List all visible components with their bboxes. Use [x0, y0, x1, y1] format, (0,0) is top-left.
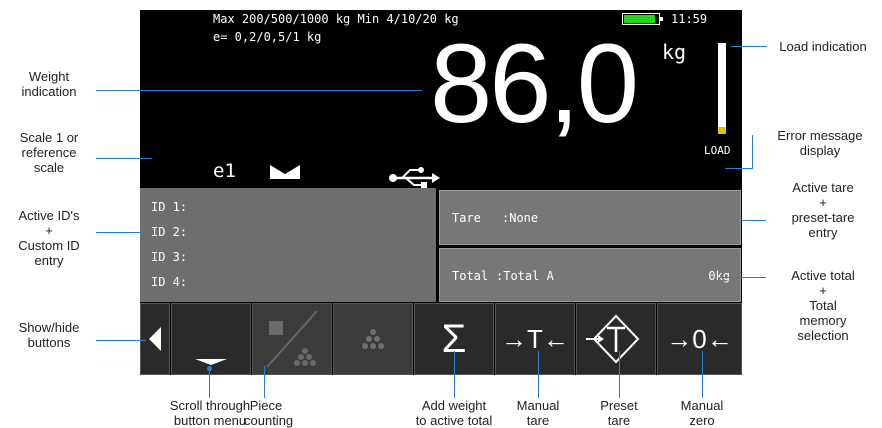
leader-line [96, 158, 152, 159]
scale-indicator: e1 [213, 160, 236, 182]
label-piece: Piece counting [244, 398, 294, 428]
scale-screen: Max 200/500/1000 kg Min 4/10/20 kg e= 0,… [140, 10, 742, 375]
total-amount: 0kg [708, 269, 730, 283]
label-scale1: Scale 1 or reference scale [19, 130, 79, 175]
label-manual-tare: Manual tare [516, 398, 560, 428]
label-show-hide: Show/hide buttons [18, 320, 80, 350]
clock: 11:59 [671, 12, 708, 26]
label-load-indication: Load indication [779, 39, 867, 54]
leader-line [742, 220, 766, 221]
leader-line [752, 135, 753, 169]
label-manual-zero: Manual zero [680, 398, 724, 428]
leader-line [718, 277, 766, 278]
manual-tare-button[interactable]: →T← [495, 303, 575, 375]
weight-value: 86,0 [430, 21, 639, 146]
leader-dot [207, 366, 212, 371]
capacity-text: Max 200/500/1000 kg Min 4/10/20 kg [213, 12, 459, 26]
button-bar: Σ →T← →0← [140, 303, 742, 375]
id-row[interactable]: ID 3: [151, 250, 187, 264]
label-active-tare: Active tare + preset-tare entry [791, 180, 855, 240]
label-add-weight: Add weight to active total [415, 398, 493, 428]
leader-line [264, 366, 265, 398]
dots-button[interactable] [333, 303, 413, 375]
total-panel[interactable]: Total :Total A 0kg [439, 248, 741, 302]
chevron-left-icon [149, 327, 161, 351]
total-label: Total [452, 269, 489, 283]
tare-value: :None [502, 211, 539, 225]
division-text: e= 0,2/0,5/1 kg [213, 30, 322, 44]
label-active-ids: Active ID's + Custom ID entry [18, 208, 80, 268]
total-value: :Total A [496, 269, 554, 283]
id-row[interactable]: ID 4: [151, 275, 187, 289]
leader-line [96, 232, 141, 233]
load-bar [718, 43, 726, 134]
preset-tare-icon [586, 314, 640, 364]
leader-line [731, 46, 767, 47]
leader-line [538, 351, 539, 398]
pieces-icon [362, 329, 384, 349]
usb-icon [389, 167, 440, 188]
tare-label: Tare [452, 211, 481, 225]
load-text: LOAD [704, 144, 731, 157]
unit-label: kg [662, 40, 687, 64]
scroll-down-icon [195, 359, 227, 365]
preset-tare-button[interactable] [576, 303, 656, 375]
label-active-total: Active total + Total memory selection [791, 268, 855, 343]
piece-counting-button[interactable] [252, 303, 332, 375]
leader-line [454, 351, 455, 398]
scroll-button[interactable] [171, 303, 251, 375]
id-panel[interactable]: ID 1: ID 2: ID 3: ID 4: [140, 188, 436, 302]
manual-zero-button[interactable]: →0← [657, 303, 742, 375]
leader-line [725, 168, 752, 169]
leader-line [209, 368, 210, 398]
leader-line [702, 351, 703, 398]
id-row[interactable]: ID 1: [151, 200, 187, 214]
stable-icon [270, 165, 300, 179]
tare-panel[interactable]: Tare :None [439, 190, 741, 245]
label-error-message: Error message display [777, 128, 863, 158]
leader-line [619, 351, 620, 398]
show-hide-button[interactable] [140, 303, 170, 375]
piece-counting-icon [266, 310, 318, 368]
id-row[interactable]: ID 2: [151, 225, 187, 239]
label-weight-indication: Weight indication [21, 69, 77, 99]
label-preset-tare: Preset tare [600, 398, 638, 428]
leader-line [96, 340, 146, 341]
leader-line [96, 90, 422, 91]
